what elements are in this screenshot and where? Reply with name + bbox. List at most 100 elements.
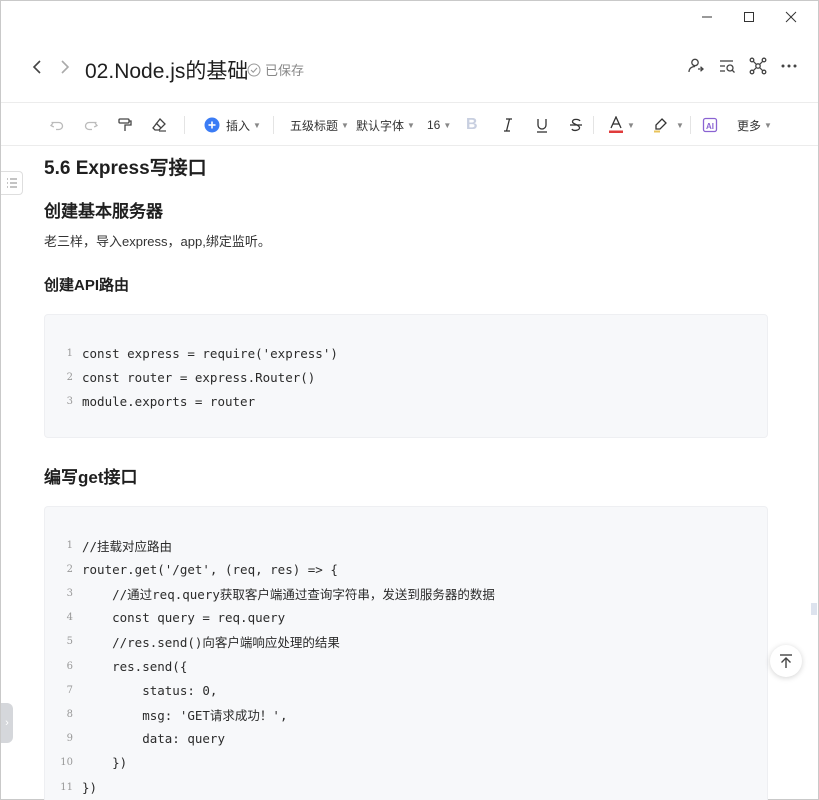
toolbar-divider [593,116,594,134]
toolbar-divider [273,116,274,134]
line-number: 2 [66,563,73,575]
forward-icon[interactable] [55,57,75,77]
line-number: 3 [66,587,73,599]
line-number: 1 [66,347,73,359]
toolbar-divider [184,116,185,134]
code-line: 5 //res.send()向客户端响应处理的结果 [45,630,767,654]
back-icon[interactable] [27,57,47,77]
side-panel-handle-icon[interactable]: › [1,703,13,743]
minimize-icon[interactable] [686,7,728,27]
code-text: const express = require('express') [82,345,338,361]
code-line: 3 //通过req.query获取客户端通过查询字符串，发送到服务器的数据 [45,581,767,605]
code-text: router.get('/get', (req, res) => { [82,561,338,577]
code-text: const query = req.query [82,610,286,626]
scrollbar-thumb[interactable] [811,603,817,615]
font-size-label: 16 [427,118,441,132]
toc-toggle-icon[interactable] [1,171,23,195]
code-line: 1 const express = require('express') [45,341,767,365]
chevron-down-icon: ▼ [253,120,261,130]
maximize-icon[interactable] [728,7,770,27]
title-actions [687,57,798,75]
paragraph-text: 老三样，导入express，app,绑定监听。 [44,234,271,249]
font-select[interactable]: 默认字体 ▼ [356,114,415,136]
font-color-button[interactable]: ▼ [608,114,635,136]
insert-button[interactable]: 插入 ▼ [204,114,261,136]
code-text: data: query [82,731,225,747]
chevron-down-icon: ▼ [676,120,684,130]
code-text: module.exports = router [82,393,256,409]
code-block-router[interactable]: 1 const express = require('express') 2 cons… [44,314,768,438]
format-toolbar: 插入 ▼ 五级标题 ▼ 默认字体 ▼ 16 ▼ B ▼ ▼ AI 更多 ▼ [1,104,818,146]
line-number: 3 [66,395,73,407]
insert-label: 插入 [226,118,251,133]
font-size-select[interactable]: 16 ▼ [427,114,451,136]
code-text: res.send({ [82,658,188,674]
title-bar: 02.Node.js的基础 已保存 [1,37,818,103]
save-status: 已保存 [247,60,304,79]
strikethrough-icon[interactable] [568,114,584,136]
clear-format-icon[interactable] [151,114,167,136]
heading-label: 五级标题 [290,118,339,133]
line-number: 1 [66,539,73,551]
italic-icon[interactable] [500,114,516,136]
line-number: 6 [66,660,73,672]
share-user-icon[interactable] [687,57,705,75]
chevron-down-icon: ▼ [443,120,452,130]
close-icon[interactable] [770,7,812,27]
line-number: 8 [66,708,73,720]
format-painter-icon[interactable] [117,114,133,136]
code-text: //挂载对应路由 [82,538,173,554]
editor-window: 02.Node.js的基础 已保存 插入 ▼ 五级标题 ▼ 默认字体 ▼ 16 … [0,0,819,800]
font-color-icon [609,116,623,133]
underline-icon[interactable] [534,114,550,136]
code-line: 2 router.get('/get', (req, res) => { [45,557,767,581]
line-number: 2 [66,371,73,383]
code-text: //res.send()向客户端响应处理的结果 [82,635,340,651]
back-to-top-button[interactable] [770,645,802,677]
section-heading: 5.6 Express写接口 [44,158,207,179]
line-number: 7 [66,684,73,696]
highlighter-icon [654,118,667,133]
plus-circle-icon [204,117,220,133]
code-block-get[interactable]: 1 //挂载对应路由 2 router.get('/get', (req, res) … [44,506,768,800]
mindmap-icon[interactable] [749,57,767,75]
code-line: 1 //挂载对应路由 [45,533,767,557]
code-line: 9 data: query [45,727,767,751]
line-number: 11 [60,781,73,793]
highlight-button[interactable]: ▼ [652,114,684,136]
line-number: 9 [66,733,73,745]
search-text-icon[interactable] [718,57,736,75]
code-line: 6 res.send({ [45,654,767,678]
bold-button[interactable]: B [466,114,478,136]
more-format-button[interactable]: 更多 ▼ [737,114,772,136]
code-text: //通过req.query获取客户端通过查询字符串，发送到服务器的数据 [82,586,495,602]
arrow-up-icon [780,654,792,668]
saved-check-icon [247,63,261,76]
line-number: 5 [66,636,73,648]
more-icon[interactable] [780,57,798,75]
document-title[interactable]: 02.Node.js的基础 [85,55,248,85]
chevron-down-icon: ▼ [764,120,772,130]
get-api-heading: 编写get接口 [44,468,138,487]
ai-icon[interactable]: AI [702,114,718,136]
window-controls [686,7,812,27]
heading-select[interactable]: 五级标题 ▼ [290,114,349,136]
line-number: 10 [60,757,73,769]
code-line: 2 const router = express.Router() [45,365,767,389]
more-label: 更多 [737,118,762,133]
code-line: 11}) [45,775,767,799]
line-number: 4 [66,612,73,624]
redo-icon[interactable] [83,114,99,136]
code-line: 7 status: 0, [45,678,767,702]
document-content[interactable]: 5.6 Express写接口 创建基本服务器 老三样，导入express，app… [1,147,818,800]
toolbar-divider [690,116,691,134]
save-status-text: 已保存 [265,63,305,78]
code-text: }) [82,779,98,795]
chevron-down-icon: ▼ [627,120,635,130]
code-line: 3 module.exports = router [45,389,767,413]
svg-text:AI: AI [706,122,714,131]
undo-icon[interactable] [49,114,65,136]
code-text: msg: 'GET请求成功！', [82,707,288,723]
chevron-down-icon: ▼ [407,120,415,130]
code-text: const router = express.Router() [82,369,316,385]
